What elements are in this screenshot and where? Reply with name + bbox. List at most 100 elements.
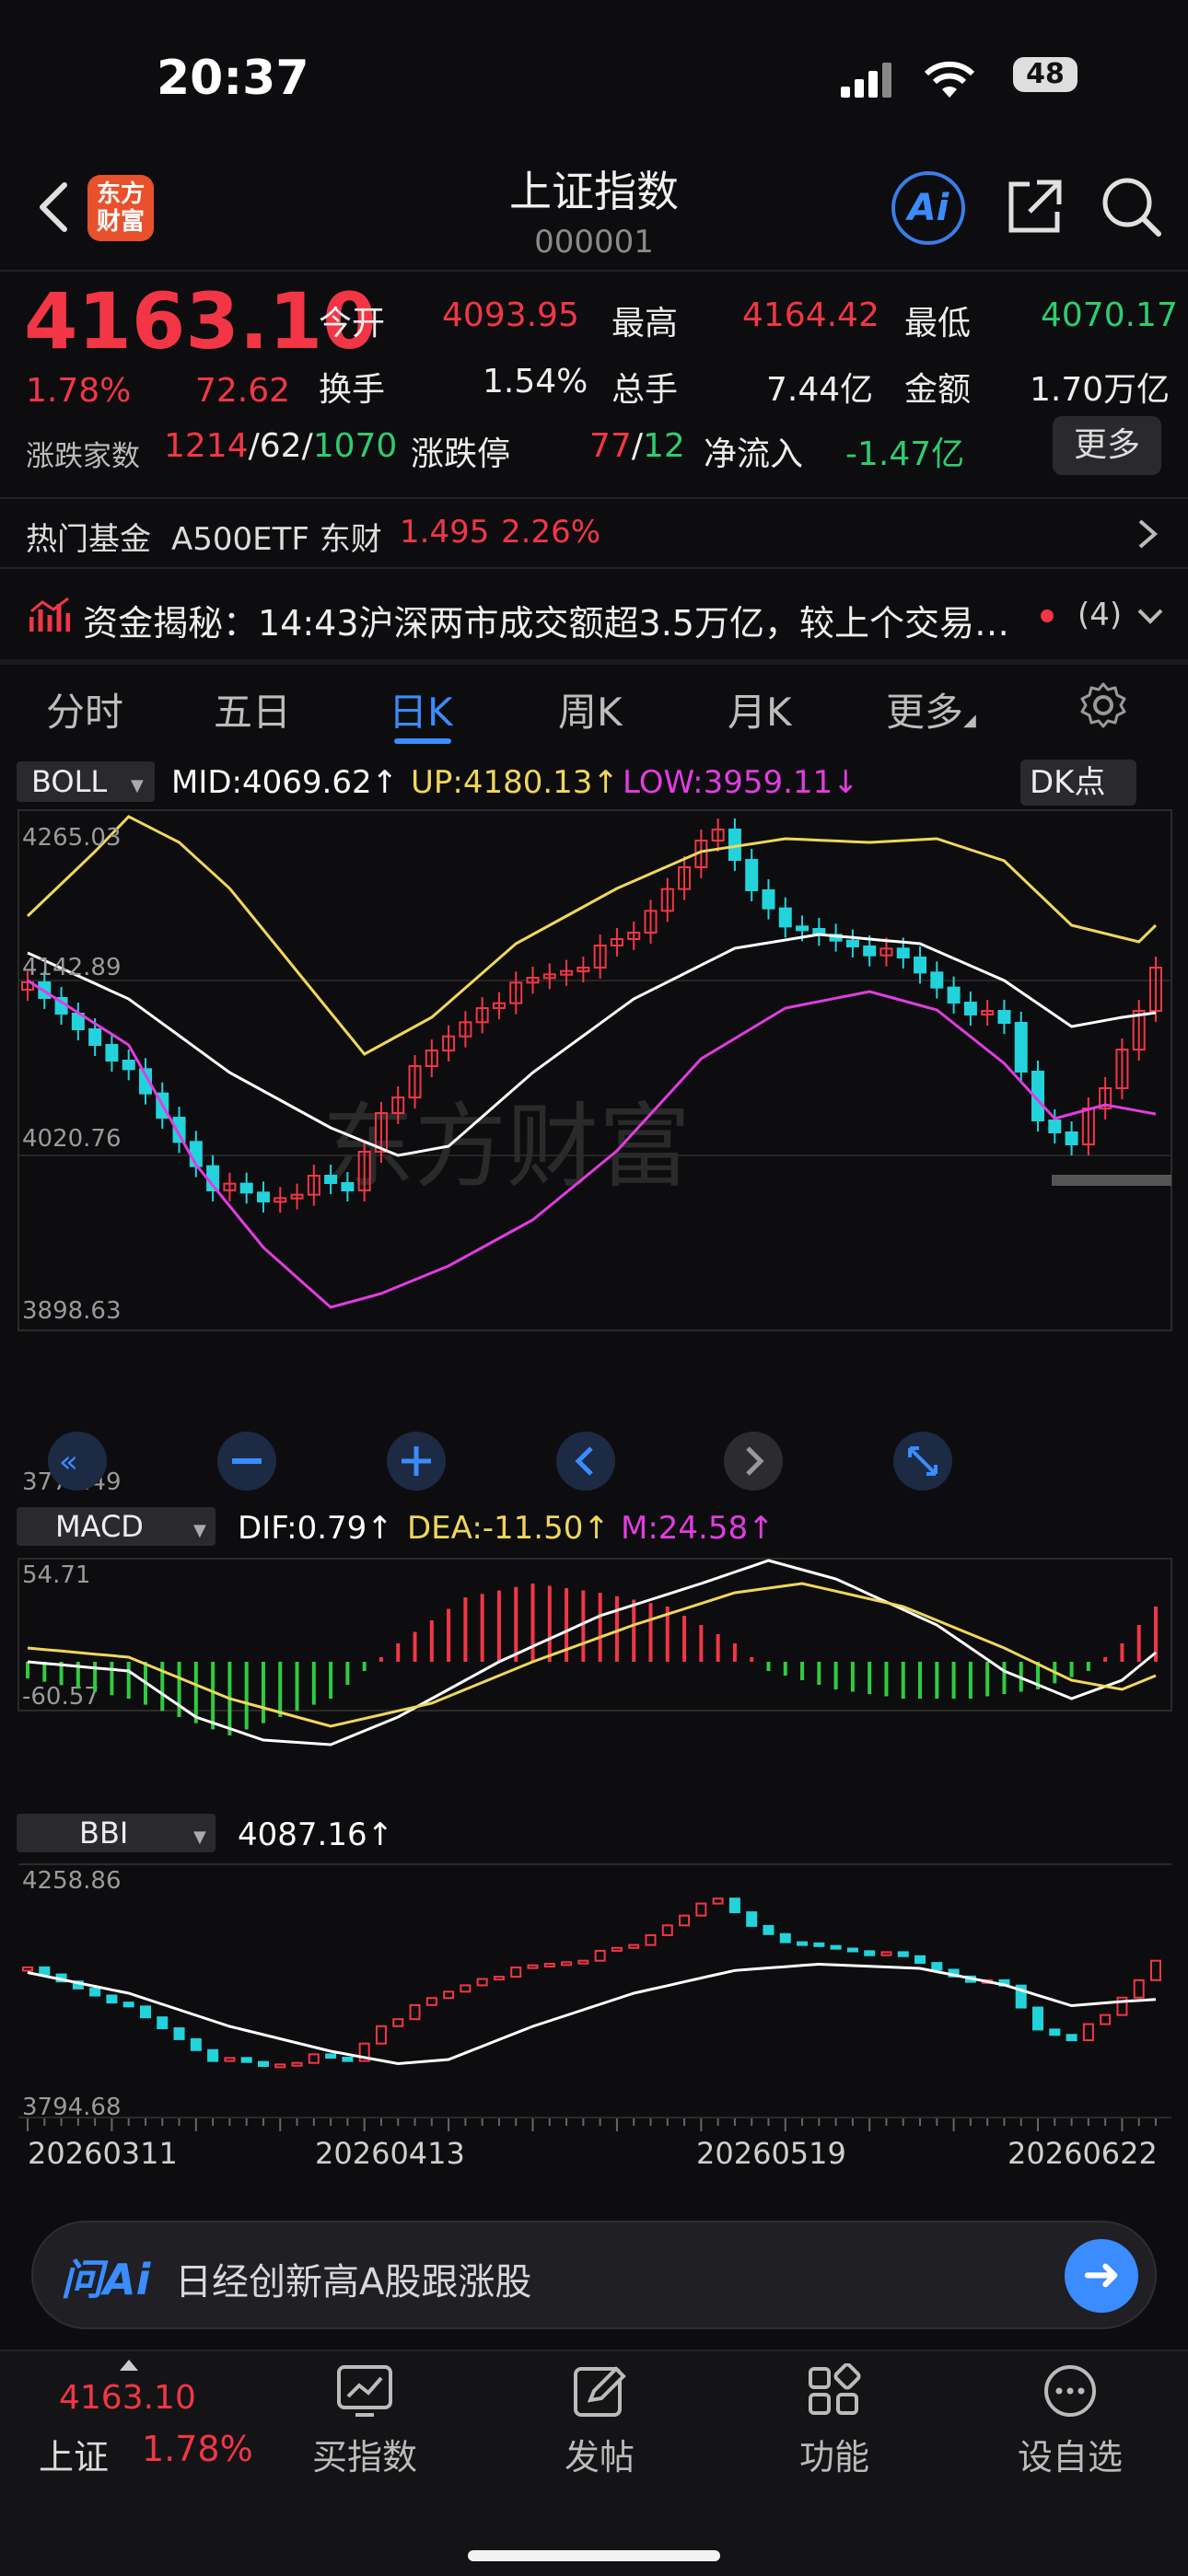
- open-value: 4093.95: [442, 296, 579, 334]
- bbi-candle: [813, 1942, 825, 1947]
- buy-index-icon[interactable]: [273, 2363, 457, 2422]
- bbi-candle: [257, 2060, 269, 2068]
- bbi-candle: [712, 1897, 724, 1905]
- candle: [122, 1060, 135, 1071]
- bbi-candle: [510, 1967, 522, 1978]
- bbi-candle: [291, 2061, 303, 2067]
- bbi-candle: [594, 1949, 606, 1962]
- bbi-candle: [39, 1966, 51, 1976]
- share-icon: [1008, 180, 1062, 233]
- candle: [930, 971, 944, 989]
- send-button[interactable]: ➜: [1065, 2239, 1138, 2313]
- nav-index-price[interactable]: 4163.10: [59, 2379, 196, 2417]
- nav-buy-index[interactable]: 买指数: [273, 2429, 457, 2479]
- signal-icon: [841, 63, 896, 103]
- bbi-candle: [797, 1941, 809, 1946]
- bbi-candle: [22, 1966, 33, 1972]
- ai-button[interactable]: Ai: [891, 171, 965, 245]
- gear-icon[interactable]: [1079, 681, 1127, 729]
- tab-five-day[interactable]: 五日: [214, 681, 291, 737]
- macd-dif-line: [27, 1559, 1157, 1746]
- ask-ai-prompt[interactable]: 日经创新高A股跟涨股: [175, 2252, 531, 2305]
- bbi-candle: [611, 1946, 623, 1952]
- y-tick: 3794.68: [22, 2094, 122, 2121]
- bbi-candle: [1066, 2034, 1077, 2042]
- tab-more[interactable]: 更多◢: [886, 681, 976, 737]
- bbi-candle: [190, 2037, 202, 2051]
- low-label: 最低: [904, 305, 972, 342]
- bbi-label: BBI: [79, 1816, 128, 1851]
- bbi-candle: [342, 2057, 354, 2062]
- bbi-candle: [392, 2018, 404, 2027]
- y-tick: 3898.63: [22, 1297, 122, 1325]
- bbi-candle: [1100, 2013, 1112, 2025]
- bbi-candle: [931, 1962, 943, 1971]
- high-label: 最高: [611, 305, 679, 342]
- bbi-candle: [527, 1964, 539, 1969]
- tab-intraday[interactable]: 分时: [46, 681, 123, 737]
- y-tick: 4142.89: [22, 954, 122, 981]
- hot-fund-pct: 2.26%: [501, 514, 601, 551]
- candle: [239, 1182, 253, 1194]
- tab-weekly-k[interactable]: 周K: [558, 681, 623, 737]
- hot-fund-label: 热门基金: [26, 521, 151, 558]
- bbi-candle: [325, 2053, 337, 2060]
- ask-ai-logo: 问Ai: [61, 2255, 151, 2304]
- more-dots-icon[interactable]: [978, 2363, 1162, 2422]
- candle: [997, 1010, 1011, 1024]
- candle: [105, 1044, 119, 1062]
- more-button[interactable]: 更多: [1053, 416, 1161, 475]
- tab-monthly-k[interactable]: 月K: [728, 681, 792, 737]
- hot-fund-row[interactable]: 热门基金 A500ETF 东财 1.495 2.26%: [0, 499, 1188, 565]
- open-label: 今开: [319, 305, 386, 342]
- tab-underline: [394, 738, 451, 744]
- kline-chart[interactable]: 东方财富 4265.03 4142.89 4020.76 3898.63 377…: [0, 750, 1188, 2196]
- double-left-icon: «: [59, 1444, 78, 1480]
- candle: [963, 1002, 977, 1015]
- news-row[interactable]: 资金揭秘：14:43沪深两市成交额超3.5万亿，较上个交易… (4): [0, 571, 1188, 659]
- bbi-candle: [122, 2002, 134, 2008]
- dk-point-label: DK点: [1030, 764, 1105, 801]
- bbi-candle: [240, 2057, 252, 2063]
- nav-index-pct[interactable]: 1.78%: [142, 2429, 253, 2469]
- bbi-candle: [308, 2053, 320, 2064]
- divider: [0, 270, 1188, 272]
- volume-label: 总手: [611, 371, 679, 409]
- nav-index-name[interactable]: 上证: [39, 2429, 109, 2479]
- bbi-candle: [746, 1911, 758, 1927]
- bbi-candle: [728, 1897, 740, 1914]
- bbi-candle: [679, 1914, 691, 1927]
- share-button[interactable]: [1004, 175, 1066, 241]
- bbi-candle: [139, 2005, 151, 2019]
- candle: [778, 907, 792, 928]
- nav-post[interactable]: 发帖: [507, 2429, 692, 2479]
- grid-icon[interactable]: [742, 2362, 926, 2422]
- bbi-candle: [880, 1951, 892, 1956]
- step-left-button[interactable]: [556, 1432, 615, 1491]
- nav-functions[interactable]: 功能: [742, 2429, 926, 2479]
- step-right-button[interactable]: [724, 1432, 783, 1491]
- arrow-right-icon: ➜: [1082, 2247, 1121, 2301]
- boll-mid-value: MID:4069.62↑: [171, 764, 398, 801]
- bbi-candle: [830, 1944, 842, 1950]
- bbi-candle: [763, 1924, 775, 1935]
- tab-daily-k[interactable]: 日K: [389, 681, 453, 737]
- candle: [914, 957, 927, 974]
- date-axis: [27, 2118, 1157, 2131]
- bbi-candle: [274, 2063, 286, 2069]
- news-text: 资金揭秘：14:43沪深两市成交额超3.5万亿，较上个交易…: [83, 603, 1009, 644]
- bbi-candle: [224, 2057, 236, 2062]
- dropdown-icon: ▼: [131, 776, 144, 795]
- bbi-candle: [914, 1955, 926, 1965]
- breadth-label: 涨跌家数: [26, 440, 140, 473]
- amount-value: 1.70万亿: [1030, 371, 1171, 409]
- dropdown-icon: ▼: [193, 1521, 206, 1540]
- search-button[interactable]: [1100, 175, 1164, 243]
- netflow-value: -1.47亿: [845, 435, 965, 473]
- y-tick: -60.57: [22, 1683, 99, 1711]
- dropdown-icon: ▼: [193, 1828, 206, 1847]
- post-icon[interactable]: [507, 2363, 692, 2422]
- bbi-candle: [493, 1976, 505, 1981]
- nav-add-watchlist[interactable]: 设自选: [978, 2429, 1162, 2479]
- y-tick: 4020.76: [22, 1125, 122, 1153]
